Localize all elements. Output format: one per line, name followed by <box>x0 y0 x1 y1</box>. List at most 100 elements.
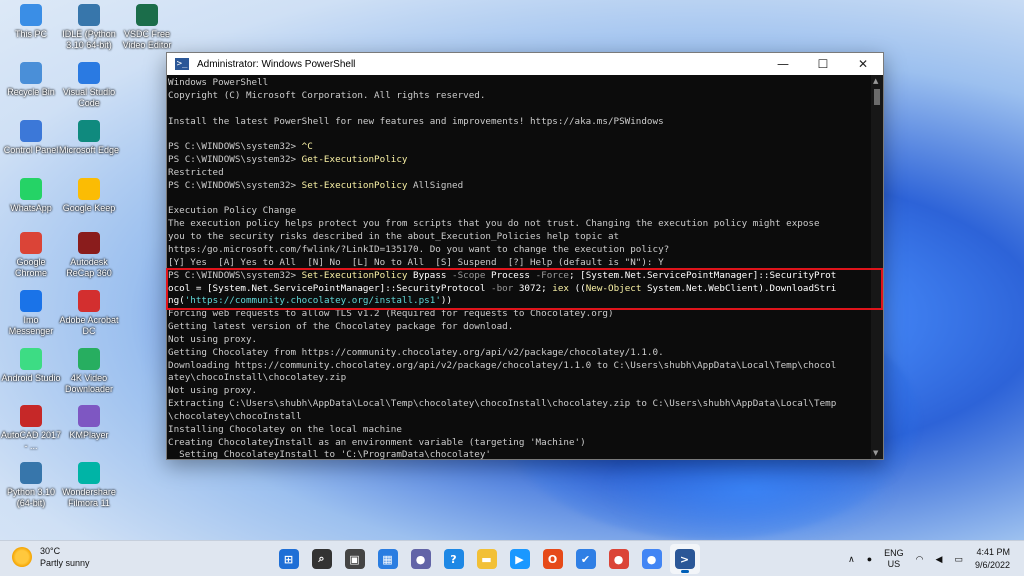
desktop-shortcut[interactable]: KMPlayer <box>58 405 120 441</box>
clock[interactable]: 4:41 PM 9/6/2022 <box>975 546 1010 572</box>
desktop-shortcut-label: Google Chrome <box>14 257 47 278</box>
console-text: 3072; <box>513 282 553 294</box>
kmplayer-icon <box>78 405 100 427</box>
desktop-shortcut[interactable]: Control Panel <box>0 120 62 156</box>
desktop-shortcut-label: KMPlayer <box>69 430 109 440</box>
4k-video-icon <box>78 348 100 370</box>
scrollbar-thumb[interactable] <box>874 89 880 105</box>
widgets-button[interactable]: ▦ <box>373 544 403 574</box>
desktop-shortcut[interactable]: Android Studio <box>0 348 62 384</box>
weather-condition: Partly sunny <box>40 558 90 568</box>
console-line: Restricted <box>168 167 871 180</box>
console-text: Restricted <box>168 166 224 178</box>
todo-button[interactable]: ✔ <box>571 544 601 574</box>
office-icon: O <box>542 549 563 569</box>
desktop-shortcut-label: AutoCAD 2017 - ... <box>0 430 62 451</box>
powershell-icon: > <box>674 549 695 569</box>
acrobat-icon <box>78 290 100 312</box>
desktop-shortcut-label: Wondershare Filmora 11 <box>62 487 116 508</box>
edge-icon <box>78 120 100 142</box>
language-indicator[interactable]: ENG US <box>884 548 904 570</box>
keyboard-region: US <box>887 559 901 569</box>
chrome-button[interactable]: ● <box>604 544 634 574</box>
powershell-button[interactable]: > <box>669 544 700 574</box>
console-text: -bor <box>491 282 514 294</box>
control-panel-icon <box>20 120 42 142</box>
maximize-button[interactable]: ☐ <box>803 53 843 75</box>
volume-icon[interactable]: ◀ <box>936 554 943 565</box>
recap-icon <box>78 232 100 254</box>
console-line: Forcing web requests to allow TLS v1.2 (… <box>168 308 871 321</box>
wifi-icon[interactable]: ◠ <box>916 554 924 565</box>
desktop-shortcut[interactable]: Python 3.10 (64-bit) <box>0 462 62 509</box>
start-button[interactable]: ⊞ <box>274 544 304 574</box>
window-controls: — ☐ ✕ <box>763 53 883 75</box>
widgets-icon: ▦ <box>377 549 398 569</box>
google-keep-icon <box>78 178 100 200</box>
recycle-bin-icon <box>20 62 42 84</box>
desktop-shortcut-label: Control Panel <box>3 145 59 155</box>
close-button[interactable]: ✕ <box>843 53 883 75</box>
chrome-profile-button[interactable]: ● <box>637 544 667 574</box>
search-icon: ⌕ <box>311 549 332 569</box>
console-text: \chocolatey\chocoInstall <box>168 410 302 422</box>
weather-temp: 30°C <box>40 546 61 556</box>
console-text: Process <box>485 269 536 281</box>
console-text: )) <box>440 295 453 307</box>
powershell-window[interactable]: >_ Administrator: Windows PowerShell — ☐… <box>166 52 884 460</box>
desktop-shortcut-label: Imo Messenger <box>8 315 54 336</box>
teams-chat-button[interactable]: ● <box>406 544 436 574</box>
window-titlebar[interactable]: >_ Administrator: Windows PowerShell — ☐… <box>167 53 883 75</box>
microphone-icon[interactable]: ● <box>867 554 872 564</box>
minimize-button[interactable]: — <box>763 53 803 75</box>
desktop-shortcut[interactable]: Adobe Acrobat DC <box>58 290 120 337</box>
system-tray: ∧ ● ENG US ◠ ◀ ▭ 4:41 PM 9/6/2022 <box>842 541 1016 576</box>
help-button[interactable]: ? <box>439 544 469 574</box>
console-text: PS C:\WINDOWS\system32> <box>168 179 302 191</box>
console-text: [Y] Yes [A] Yes to All [N] No [L] No to … <box>168 256 664 268</box>
console-line: Execution Policy Change <box>168 205 871 218</box>
search-button[interactable]: ⌕ <box>307 544 337 574</box>
desktop-shortcut[interactable]: Wondershare Filmora 11 <box>58 462 120 509</box>
console-text: Set-ExecutionPolicy <box>301 269 408 281</box>
desktop-shortcut[interactable]: Google Keep <box>58 178 120 214</box>
desktop-shortcut[interactable]: Visual Studio Code <box>58 62 120 109</box>
weather-widget[interactable]: 30°C Partly sunny <box>12 545 90 569</box>
office-button[interactable]: O <box>538 544 568 574</box>
console-text: System.Net.WebClient).DownloadStri <box>641 282 837 294</box>
prime-video-button[interactable]: ▶ <box>505 544 535 574</box>
desktop-shortcut[interactable]: WhatsApp <box>0 178 62 214</box>
desktop-shortcut[interactable]: 4K Video Downloader <box>58 348 120 395</box>
console-text: ocol = [System.Net.ServicePointManager]:… <box>168 282 492 294</box>
partly-sunny-icon <box>12 547 32 567</box>
desktop-shortcut-label: Visual Studio Code <box>62 87 116 108</box>
desktop-shortcut[interactable]: Recycle Bin <box>0 62 62 98</box>
desktop-shortcut[interactable]: Imo Messenger <box>0 290 62 337</box>
console-output[interactable]: Windows PowerShell Copyright (C) Microsof… <box>167 75 871 459</box>
desktop-shortcut-label: WhatsApp <box>10 203 52 213</box>
python-icon <box>20 462 42 484</box>
start-icon: ⊞ <box>278 549 299 569</box>
desktop-shortcut[interactable]: Microsoft Edge <box>58 120 120 156</box>
desktop-shortcut[interactable]: Google Chrome <box>0 232 62 279</box>
task-view-button[interactable]: ▣ <box>340 544 370 574</box>
scroll-up-icon[interactable]: ▲ <box>873 77 878 85</box>
desktop-shortcut[interactable]: AutoCAD 2017 - ... <box>0 405 62 452</box>
battery-icon[interactable]: ▭ <box>954 554 963 565</box>
desktop-shortcut[interactable]: VSDC Free Video Editor <box>116 4 178 51</box>
console-line: Getting latest version of the Chocolatey… <box>168 321 871 334</box>
desktop-shortcut-label: Recycle Bin <box>7 87 55 97</box>
console-text: Not using proxy. <box>168 385 258 397</box>
desktop-shortcut[interactable]: IDLE (Python 3.10 64-bit) <box>58 4 120 51</box>
scroll-down-icon[interactable]: ▼ <box>873 449 878 457</box>
show-hidden-icons-chevron-icon[interactable]: ∧ <box>848 554 855 565</box>
desktop-shortcut[interactable]: Autodesk ReCap 360 <box>58 232 120 279</box>
console-text: PS C:\WINDOWS\system32> <box>168 141 302 153</box>
desktop-shortcut[interactable]: This PC <box>0 4 62 40</box>
chrome-icon <box>20 232 42 254</box>
desktop-shortcut-label: Adobe Acrobat DC <box>59 315 119 336</box>
taskbar: 30°C Partly sunny ⊞ ⌕ ▣ ▦ ●? ▬ ▶ O ✔ ● ● > ∧ ● ENG … <box>0 540 1024 576</box>
file-explorer-button[interactable]: ▬ <box>472 544 502 574</box>
console-scrollbar[interactable]: ▲ ▼ <box>871 75 883 459</box>
